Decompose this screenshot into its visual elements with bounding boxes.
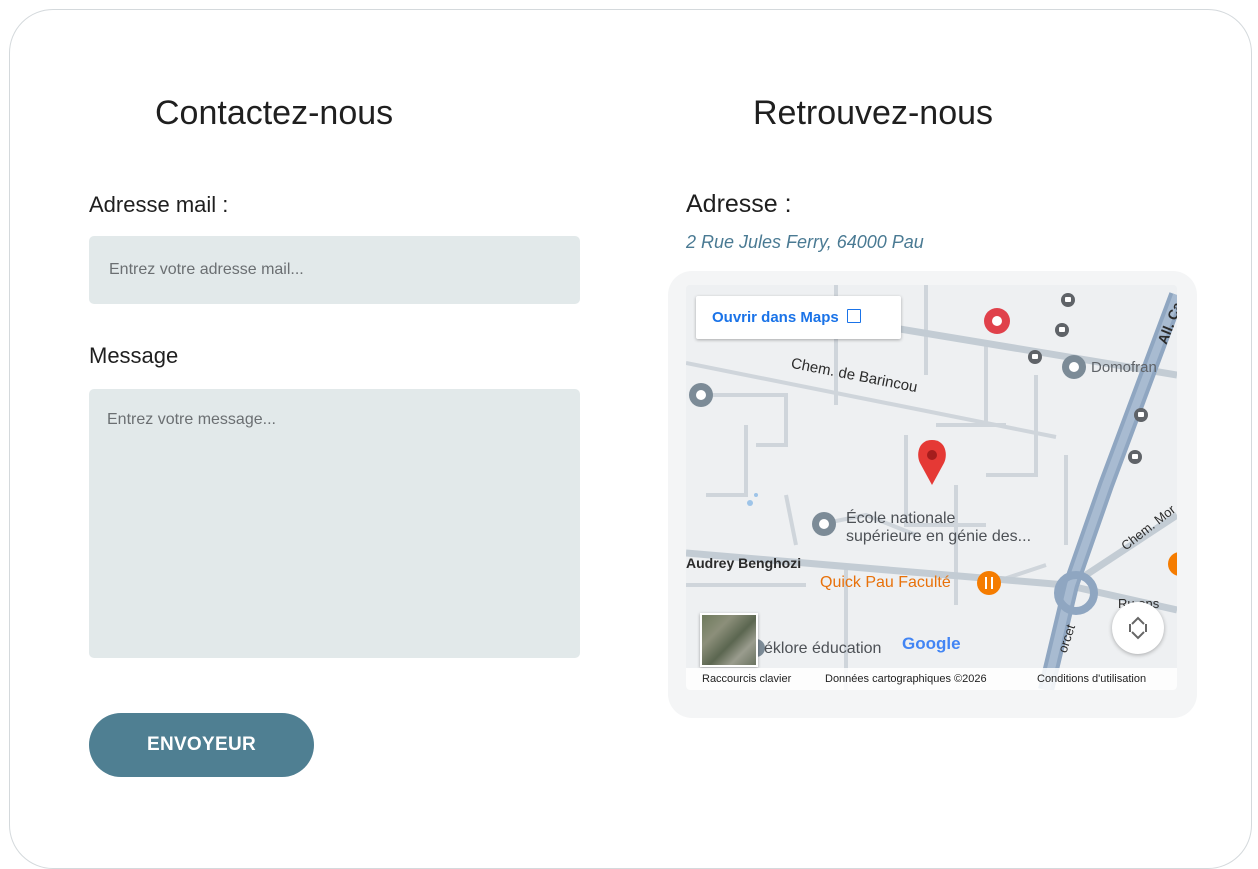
map-footer: Raccourcis clavier Données cartographiqu… [686,668,1177,690]
map-roads [686,285,1177,690]
send-button[interactable]: ENVOYEUR [89,713,314,777]
location-title: Retrouvez-nous [753,94,994,132]
map-data-attribution: Données cartographiques ©2026 [825,673,987,685]
address-label: Adresse : [686,190,792,218]
email-label: Adresse mail : [89,192,229,217]
google-logo: Google [902,634,961,653]
open-in-maps-label: Ouvrir dans Maps [712,309,839,326]
place-label: éklore éducation [764,640,882,657]
embedded-map[interactable]: Ouvrir dans Maps Chem. de Barincou Audre… [686,285,1177,690]
place-label: supérieure en génie des... [846,528,1032,545]
expand-icon [1129,616,1147,640]
fullscreen-button[interactable] [1112,602,1164,654]
open-in-maps-link[interactable]: Ouvrir dans Maps [696,296,901,339]
message-label: Message [89,343,179,368]
place-label: Domofran [1091,359,1157,376]
place-label: École nationale [846,510,956,527]
street-label: Audrey Benghozi [686,555,802,571]
terms-link[interactable]: Conditions d'utilisation [1037,673,1146,685]
contact-title: Contactez-nous [155,94,394,132]
address-value: 2 Rue Jules Ferry, 64000 Pau [686,232,924,252]
external-link-icon [846,309,861,323]
message-textarea[interactable] [89,389,580,658]
satellite-toggle[interactable] [700,613,758,667]
place-label: Quick Pau Faculté [820,574,951,591]
email-input[interactable] [89,236,580,304]
keyboard-shortcuts-link[interactable]: Raccourcis clavier [702,673,791,685]
